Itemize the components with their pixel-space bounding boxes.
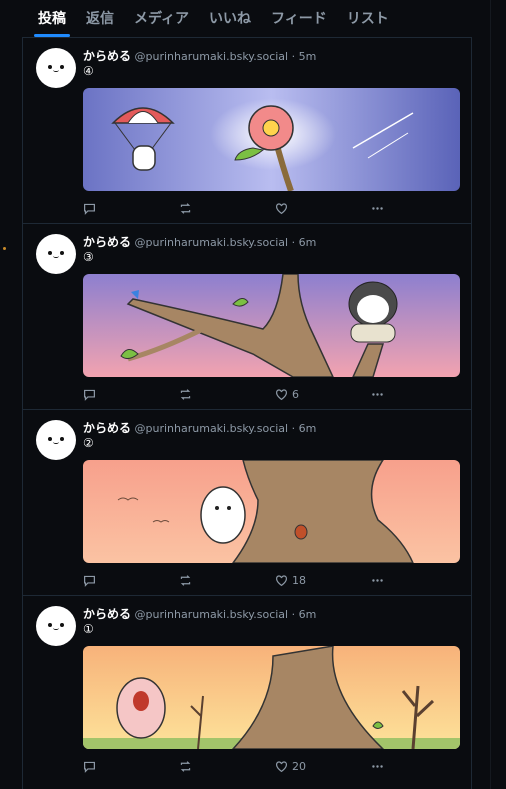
avatar-mouth — [53, 254, 59, 258]
post-meta: からめる @purinharumaki.bsky.social · 5m — [83, 47, 316, 64]
like-button[interactable] — [275, 202, 292, 215]
avatar-eye — [60, 251, 64, 255]
reply-button[interactable] — [83, 202, 96, 215]
heart-icon — [276, 575, 287, 587]
avatar[interactable] — [36, 48, 76, 88]
like-button[interactable]: 6 — [275, 388, 299, 401]
reply-button[interactable] — [83, 574, 96, 587]
post-text: ④ — [83, 64, 94, 78]
like-button[interactable]: 18 — [275, 574, 306, 587]
author-name[interactable]: からめる — [83, 235, 131, 249]
post-time[interactable]: 6m — [299, 608, 317, 621]
separator: · — [291, 236, 296, 249]
post-item[interactable]: からめる @purinharumaki.bsky.social · 5m ④ — [23, 37, 471, 223]
author-name[interactable]: からめる — [83, 49, 131, 63]
reply-icon — [84, 203, 95, 215]
repost-icon — [180, 203, 191, 214]
tab-lists[interactable]: リスト — [337, 0, 399, 29]
repost-icon — [180, 389, 191, 400]
avatar-eye — [48, 623, 52, 627]
post-image[interactable] — [83, 460, 460, 563]
more-button[interactable] — [371, 202, 384, 215]
like-count: 20 — [292, 760, 306, 773]
post-feed: からめる @purinharumaki.bsky.social · 5m ④ か… — [22, 37, 472, 789]
profile-tabs: 投稿 返信 メディア いいね フィード リスト — [0, 0, 506, 37]
like-count: 18 — [292, 574, 306, 587]
avatar-eye — [60, 65, 64, 69]
avatar-mouth — [53, 440, 59, 444]
author-name[interactable]: からめる — [83, 607, 131, 621]
more-icon — [372, 393, 383, 396]
post-actions: 20 — [83, 760, 463, 774]
post-meta: からめる @purinharumaki.bsky.social · 6m — [83, 233, 316, 250]
separator: · — [291, 50, 296, 63]
heart-icon — [276, 203, 287, 215]
more-icon — [372, 765, 383, 768]
avatar[interactable] — [36, 606, 76, 646]
post-actions: 18 — [83, 574, 463, 588]
post-item[interactable]: からめる @purinharumaki.bsky.social · 6m ① 2… — [23, 595, 471, 781]
separator: · — [291, 422, 296, 435]
more-button[interactable] — [371, 760, 384, 773]
avatar-eye — [48, 251, 52, 255]
author-name[interactable]: からめる — [83, 421, 131, 435]
post-actions — [83, 202, 463, 216]
author-handle[interactable]: @purinharumaki.bsky.social — [135, 608, 289, 621]
avatar-mouth — [53, 626, 59, 630]
avatar-eye — [48, 437, 52, 441]
post-image[interactable] — [83, 88, 460, 191]
post-time[interactable]: 6m — [299, 422, 317, 435]
avatar[interactable] — [36, 420, 76, 460]
more-button[interactable] — [371, 574, 384, 587]
avatar-mouth — [53, 68, 59, 72]
reply-icon — [84, 575, 95, 587]
reply-button[interactable] — [83, 388, 96, 401]
avatar-eye — [48, 65, 52, 69]
author-handle[interactable]: @purinharumaki.bsky.social — [135, 50, 289, 63]
post-item[interactable]: からめる @purinharumaki.bsky.social · 6m ② 1… — [23, 409, 471, 595]
like-count: 6 — [292, 388, 299, 401]
repost-icon — [180, 575, 191, 586]
post-time[interactable]: 5m — [299, 50, 317, 63]
avatar-eye — [60, 437, 64, 441]
scroll-marker — [3, 247, 6, 250]
repost-icon — [180, 761, 191, 772]
more-icon — [372, 579, 383, 582]
tab-replies[interactable]: 返信 — [76, 0, 124, 29]
repost-button[interactable] — [179, 760, 192, 773]
right-divider — [490, 0, 491, 789]
tab-posts[interactable]: 投稿 — [28, 0, 76, 37]
post-text: ③ — [83, 250, 94, 264]
heart-icon — [276, 389, 287, 401]
reply-icon — [84, 761, 95, 773]
post-text: ② — [83, 436, 94, 450]
avatar[interactable] — [36, 234, 76, 274]
heart-icon — [276, 761, 287, 773]
repost-button[interactable] — [179, 574, 192, 587]
post-actions: 6 — [83, 388, 463, 402]
tab-feeds[interactable]: フィード — [261, 0, 337, 29]
more-button[interactable] — [371, 388, 384, 401]
repost-button[interactable] — [179, 388, 192, 401]
post-meta: からめる @purinharumaki.bsky.social · 6m — [83, 605, 316, 622]
post-text: ① — [83, 622, 94, 636]
avatar-eye — [60, 623, 64, 627]
reply-button[interactable] — [83, 760, 96, 773]
post-meta: からめる @purinharumaki.bsky.social · 6m — [83, 419, 316, 436]
tab-likes[interactable]: いいね — [199, 0, 261, 29]
more-icon — [372, 207, 383, 210]
author-handle[interactable]: @purinharumaki.bsky.social — [135, 422, 289, 435]
post-item[interactable]: からめる @purinharumaki.bsky.social · 6m ③ 6 — [23, 223, 471, 409]
like-button[interactable]: 20 — [275, 760, 306, 773]
post-time[interactable]: 6m — [299, 236, 317, 249]
repost-button[interactable] — [179, 202, 192, 215]
reply-icon — [84, 389, 95, 401]
separator: · — [291, 608, 296, 621]
post-image[interactable] — [83, 646, 460, 749]
author-handle[interactable]: @purinharumaki.bsky.social — [135, 236, 289, 249]
tab-media[interactable]: メディア — [124, 0, 199, 29]
post-image[interactable] — [83, 274, 460, 377]
